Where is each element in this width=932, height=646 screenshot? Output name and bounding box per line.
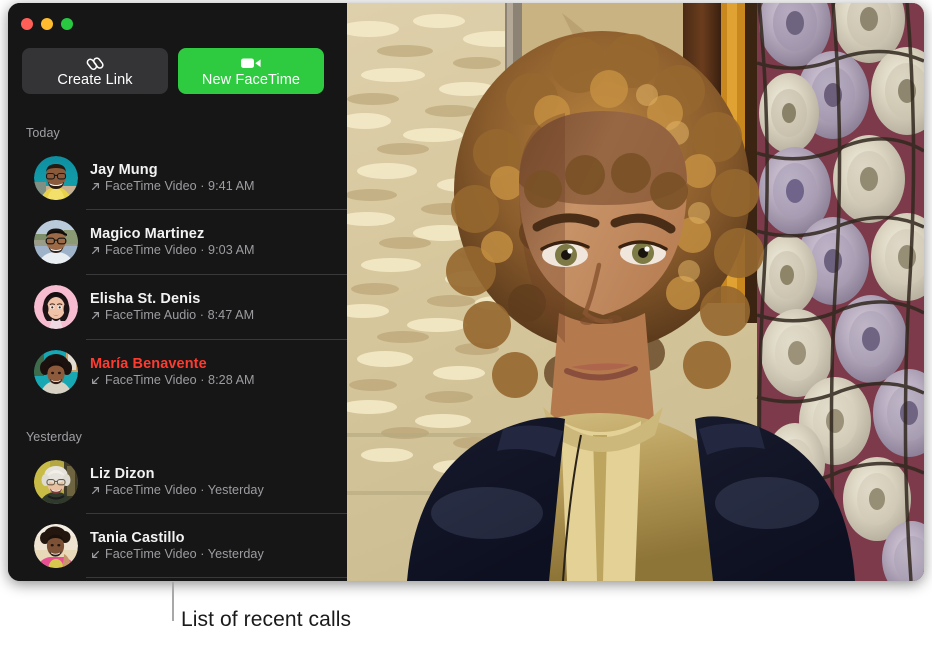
caller-name: Magico Martinez (90, 225, 205, 242)
zoom-button[interactable] (61, 18, 73, 30)
toolbar: Create Link New FaceTime (22, 48, 324, 94)
incoming-call-arrow-icon (90, 375, 101, 386)
call-photo (347, 3, 924, 581)
call-detail: FaceTime Video · Yesterday (90, 547, 264, 561)
call-detail-text: FaceTime Audio · 8:47 AM (105, 308, 255, 322)
call-row-text: Magico Martinez FaceTime Video · 9:03 AM (90, 225, 255, 257)
elisha-st-denis-avatar (34, 285, 78, 329)
call-row-jay-mung[interactable]: Jay Mung FaceTime Video · 9:41 AM (8, 146, 347, 210)
close-button[interactable] (21, 18, 33, 30)
caller-name: Tania Castillo (90, 529, 185, 546)
call-detail: FaceTime Video · 9:03 AM (90, 243, 255, 257)
outgoing-call-arrow-icon (90, 310, 101, 321)
outgoing-call-arrow-icon (90, 181, 101, 192)
call-detail-text: FaceTime Video · 8:28 AM (105, 373, 255, 387)
create-link-button[interactable]: Create Link (22, 48, 168, 94)
new-facetime-label: New FaceTime (201, 71, 301, 88)
create-link-label: Create Link (57, 71, 133, 88)
call-row-text: Elisha St. Denis FaceTime Audio · 8:47 A… (90, 290, 255, 322)
row-separator (86, 577, 347, 578)
video-camera-icon (240, 55, 262, 72)
call-detail: FaceTime Audio · 8:47 AM (90, 308, 255, 322)
callout-label: List of recent calls (181, 608, 352, 631)
tania-castillo-avatar (34, 524, 78, 568)
incoming-call-arrow-icon (90, 549, 101, 560)
section-header-today: Today (26, 126, 60, 140)
screenshot-root: Create Link New FaceTime Today Jay Mung … (0, 0, 932, 646)
new-facetime-button[interactable]: New FaceTime (178, 48, 324, 94)
minimize-button[interactable] (41, 18, 53, 30)
call-row-tania-castillo[interactable]: Tania Castillo FaceTime Video · Yesterda… (8, 514, 347, 578)
caller-name: Jay Mung (90, 161, 158, 178)
facetime-window: Create Link New FaceTime Today Jay Mung … (8, 3, 924, 581)
outgoing-call-arrow-icon (90, 245, 101, 256)
call-detail-text: FaceTime Video · Yesterday (105, 547, 264, 561)
section-header-yesterday: Yesterday (26, 430, 83, 444)
caller-name: Elisha St. Denis (90, 290, 201, 307)
link-icon (86, 55, 105, 72)
call-detail-text: FaceTime Video · Yesterday (105, 483, 264, 497)
call-detail: FaceTime Video · 8:28 AM (90, 373, 255, 387)
call-detail-text: FaceTime Video · 9:41 AM (105, 179, 255, 193)
call-detail: FaceTime Video · 9:41 AM (90, 179, 255, 193)
call-row-maria-benavente[interactable]: María Benavente FaceTime Video · 8:28 AM (8, 340, 347, 404)
call-row-text: Tania Castillo FaceTime Video · Yesterda… (90, 529, 264, 561)
call-row-text: Jay Mung FaceTime Video · 9:41 AM (90, 161, 255, 193)
caller-name: Liz Dizon (90, 465, 155, 482)
call-row-magico-martinez[interactable]: Magico Martinez FaceTime Video · 9:03 AM (8, 210, 347, 274)
sidebar: Create Link New FaceTime Today Jay Mung … (8, 3, 347, 581)
call-detail-text: FaceTime Video · 9:03 AM (105, 243, 255, 257)
call-detail: FaceTime Video · Yesterday (90, 483, 264, 497)
jay-mung-avatar (34, 156, 78, 200)
liz-dizon-avatar (34, 460, 78, 504)
magico-martinez-avatar (34, 220, 78, 264)
maria-benavente-avatar (34, 350, 78, 394)
outgoing-call-arrow-icon (90, 485, 101, 496)
call-row-text: María Benavente FaceTime Video · 8:28 AM (90, 355, 255, 387)
window-controls (21, 18, 73, 30)
callout-leader-line (172, 582, 174, 621)
call-row-liz-dizon[interactable]: Liz Dizon FaceTime Video · Yesterday (8, 450, 347, 514)
call-row-elisha-st-denis[interactable]: Elisha St. Denis FaceTime Audio · 8:47 A… (8, 275, 347, 339)
caller-name: María Benavente (90, 355, 207, 372)
call-row-text: Liz Dizon FaceTime Video · Yesterday (90, 465, 264, 497)
facetime-video-feed[interactable] (347, 3, 924, 581)
